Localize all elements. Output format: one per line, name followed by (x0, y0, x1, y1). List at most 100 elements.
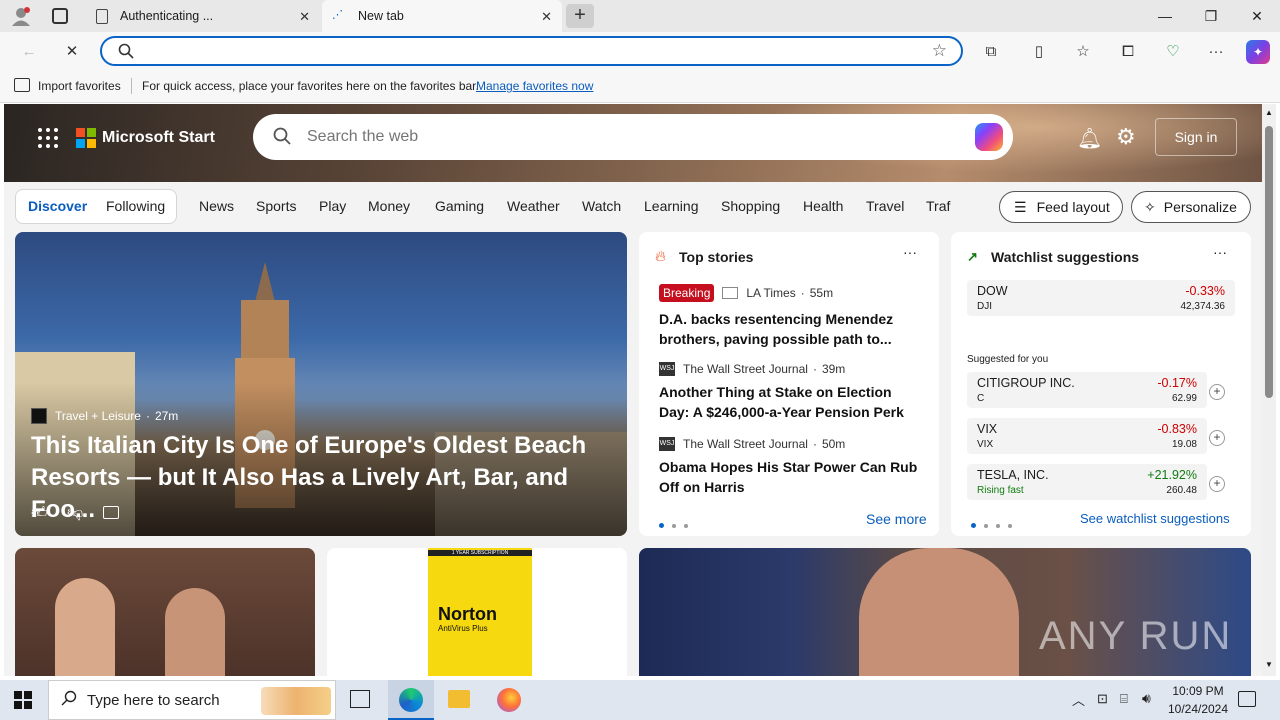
close-window-icon[interactable]: ✕ (1234, 0, 1280, 32)
watchlist-row-citigroup[interactable]: CITIGROUP INC. C -0.17% 62.99 (967, 372, 1207, 408)
collections-icon[interactable]: ⧠ (1117, 40, 1139, 62)
story-title[interactable]: Another Thing at Stake on Election Day: … (659, 382, 921, 422)
norton-ad-card[interactable]: 1 YEAR SUBSCRIPTION Norton AntiVirus Plu… (327, 548, 627, 676)
copilot-icon[interactable] (975, 123, 1003, 151)
favorites-icon[interactable]: ☆ (1072, 40, 1094, 62)
firefox-icon[interactable] (497, 688, 521, 712)
hero-story-card[interactable]: Travel + Leisure · 27m This Italian City… (15, 232, 627, 536)
settings-more-icon[interactable]: ··· (1205, 40, 1227, 62)
copilot-icon[interactable]: ✦ (1246, 40, 1270, 64)
nav-watch[interactable]: Watch (582, 198, 621, 214)
wifi-icon[interactable]: ⌸ (1120, 691, 1128, 707)
feed-layout-label: Feed layout (1036, 199, 1110, 215)
personalize-button[interactable]: ✧ Personalize (1131, 191, 1251, 223)
search-icon (118, 43, 134, 62)
nav-money[interactable]: Money (368, 198, 410, 214)
person-photo (55, 578, 115, 676)
scrollbar-down-icon[interactable]: ▼ (1265, 660, 1273, 669)
nav-play[interactable]: Play (319, 198, 346, 214)
source-time: 55m (809, 286, 834, 300)
nav-traffic[interactable]: Traf (926, 198, 950, 214)
scrollbar-up-icon[interactable]: ▲ (1265, 108, 1273, 117)
story-title[interactable]: Obama Hopes His Star Power Can Rub Off o… (659, 457, 921, 497)
watchlist-row-tesla[interactable]: TESLA, INC. Rising fast +21.92% 260.48 (967, 464, 1207, 500)
search-input[interactable] (307, 128, 947, 146)
add-to-watchlist-icon[interactable]: + (1209, 430, 1225, 446)
hero-title[interactable]: This Italian City Is One of Europe's Old… (31, 430, 621, 526)
close-tab-icon[interactable]: ✕ (299, 9, 310, 25)
add-to-watchlist-icon[interactable]: + (1209, 476, 1225, 492)
tab-new-tab[interactable]: ⋰ New tab ✕ (322, 0, 562, 32)
restore-icon[interactable]: ❐ (1188, 0, 1234, 32)
nav-shopping[interactable]: Shopping (721, 198, 780, 214)
new-tab-button[interactable]: + (566, 4, 594, 28)
more-options-icon[interactable]: ··· (1213, 244, 1227, 260)
import-favorites-icon[interactable] (14, 78, 30, 92)
nav-travel[interactable]: Travel (866, 198, 904, 214)
app-launcher-icon[interactable] (38, 128, 58, 148)
clock-date[interactable]: 10/24/2024 (1164, 702, 1232, 716)
brand-logo[interactable]: Microsoft Start (76, 128, 215, 148)
web-search-box[interactable] (253, 114, 1013, 160)
anyrun-watermark: ANY RUN (1039, 614, 1233, 658)
edge-taskbar-icon[interactable] (388, 680, 434, 720)
like-icon[interactable]: 👍︎ (31, 504, 48, 523)
nav-learning[interactable]: Learning (644, 198, 699, 214)
settings-gear-icon[interactable]: ⚙ (1116, 124, 1136, 150)
volume-icon[interactable]: 🔊︎ (1142, 690, 1151, 707)
notifications-icon[interactable] (1238, 691, 1256, 707)
profile-icon[interactable] (10, 6, 32, 26)
tab-following[interactable]: Following (106, 198, 165, 214)
more-options-icon[interactable]: ··· (903, 244, 917, 260)
windows-start-icon[interactable] (14, 691, 32, 709)
nav-sports[interactable]: Sports (256, 198, 296, 214)
pagination-dots[interactable] (659, 516, 696, 531)
watchlist-row-vix[interactable]: VIX VIX -0.83% 19.08 (967, 418, 1207, 454)
nav-health[interactable]: Health (803, 198, 843, 214)
manage-favorites-link[interactable]: Manage favorites now (476, 79, 593, 93)
pagination-dots[interactable] (971, 516, 1020, 531)
add-to-watchlist-icon[interactable]: + (1209, 384, 1225, 400)
nav-weather[interactable]: Weather (507, 198, 560, 214)
menendez-photo-card[interactable] (15, 548, 315, 676)
dislike-icon[interactable]: 👎︎ (67, 504, 83, 523)
search-highlight-image (261, 687, 331, 715)
comment-icon[interactable] (103, 506, 119, 519)
tab-discover[interactable]: Discover (28, 198, 87, 214)
source-time: 27m (154, 409, 179, 423)
close-tab-icon[interactable]: ✕ (541, 9, 552, 25)
back-icon[interactable]: ← (18, 40, 40, 62)
scrollbar-thumb[interactable] (1265, 126, 1273, 398)
clock-time[interactable]: 10:09 PM (1170, 684, 1226, 698)
page-icon (96, 8, 108, 24)
split-screen-icon[interactable]: ▯ (1028, 40, 1050, 62)
taskbar-search-box[interactable]: Type here to search (48, 680, 336, 720)
show-hidden-icons-icon[interactable]: ︿ (1072, 690, 1085, 709)
politician-photo-card[interactable]: ANY RUN (639, 548, 1251, 676)
see-watchlist-link[interactable]: See watchlist suggestions (1080, 511, 1230, 526)
publisher-logo-icon (31, 408, 47, 424)
feed-layout-button[interactable]: ☰ Feed layout (999, 191, 1123, 223)
watchlist-row-dow[interactable]: DOW DJI -0.33% 42,374.36 (967, 280, 1235, 316)
sign-in-button[interactable]: Sign in (1155, 118, 1237, 156)
notifications-bell-icon[interactable]: 🔔︎ (1077, 126, 1102, 151)
task-view-icon[interactable] (350, 690, 370, 708)
page-scrollbar-track[interactable]: ▲ ▼ (1262, 104, 1276, 676)
extensions-icon[interactable]: ⧉ (980, 40, 1002, 62)
nav-gaming[interactable]: Gaming (435, 198, 484, 214)
nav-news[interactable]: News (199, 198, 234, 214)
tab-authenticating[interactable]: Authenticating ... ✕ (86, 0, 320, 32)
minimize-icon[interactable]: — (1142, 0, 1188, 32)
stop-loading-icon[interactable]: ✕ (61, 40, 83, 62)
tab-actions-icon[interactable] (52, 8, 68, 24)
story-title[interactable]: D.A. backs resentencing Menendez brother… (659, 309, 929, 349)
address-bar[interactable]: ☆ (100, 36, 963, 66)
favorite-star-icon[interactable]: ☆ (932, 41, 947, 61)
person-photo (165, 588, 225, 676)
address-input[interactable] (142, 42, 922, 62)
browser-essentials-icon[interactable]: ♡ (1162, 40, 1184, 62)
file-explorer-icon[interactable] (448, 690, 470, 708)
network-icon[interactable]: ⊡ (1097, 691, 1108, 707)
see-more-link[interactable]: See more (866, 511, 927, 527)
import-favorites-button[interactable]: Import favorites (38, 79, 121, 93)
